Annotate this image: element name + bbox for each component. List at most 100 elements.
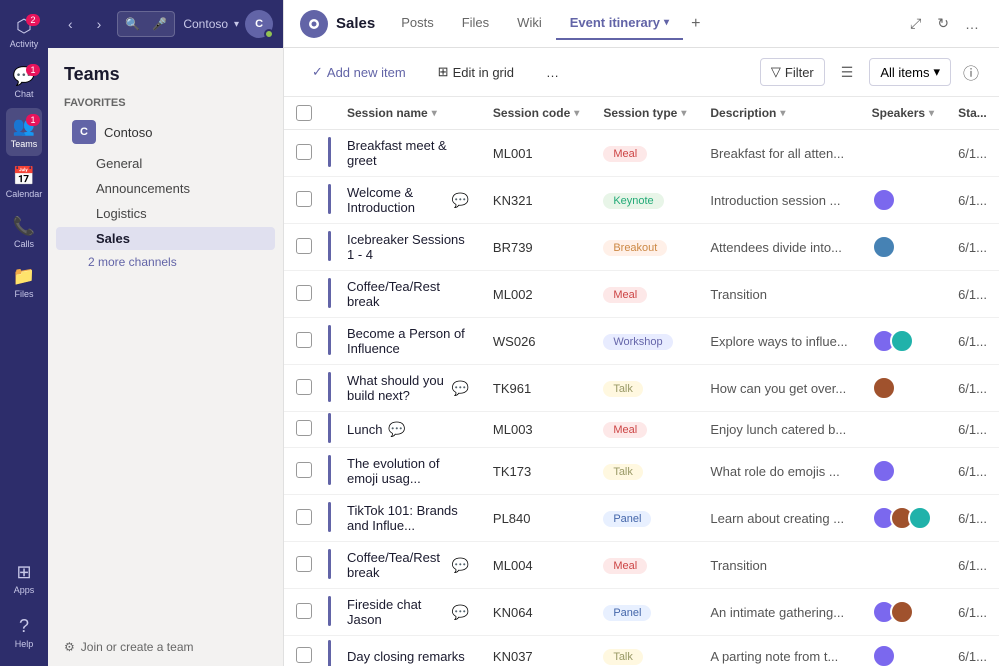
all-items-chevron-icon: ▾	[933, 64, 940, 80]
table-row[interactable]: Day closing remarksKN037TalkA parting no…	[284, 636, 999, 666]
sidebar-item-chat[interactable]: 💬 Chat 1	[6, 58, 42, 106]
header-session-code[interactable]: Session code ▾	[481, 97, 591, 130]
row-checkbox[interactable]	[296, 379, 312, 395]
row-checkbox[interactable]	[296, 603, 312, 619]
row-checkbox[interactable]	[296, 462, 312, 478]
sidebar-item-teams[interactable]: 👥 Teams 1	[6, 108, 42, 156]
add-tab-button[interactable]: +	[683, 7, 708, 40]
row-checkbox[interactable]	[296, 332, 312, 348]
session-name-cell: What should you build next?💬	[347, 373, 469, 403]
sidebar-item-activity[interactable]: ⬡ Activity 2	[6, 8, 42, 56]
table-row[interactable]: Icebreaker Sessions 1 - 4BR739BreakoutAt…	[284, 224, 999, 271]
select-all-checkbox[interactable]	[296, 105, 312, 121]
user-profile[interactable]: Contoso ▾ C	[183, 10, 273, 38]
add-new-item-button[interactable]: ✓ Add new item	[300, 58, 418, 86]
refresh-icon[interactable]: ↻	[933, 11, 953, 36]
nav-channel-general[interactable]: General	[56, 152, 275, 175]
nav-forward-button[interactable]: ›	[89, 12, 110, 36]
tab-event-itinerary[interactable]: Event itinerary ▾	[556, 7, 683, 40]
row-checkbox[interactable]	[296, 647, 312, 663]
join-create-team[interactable]: ⚙ Join or create a team	[48, 628, 283, 666]
row-checkbox[interactable]	[296, 509, 312, 525]
row-checkbox[interactable]	[296, 144, 312, 160]
sidebar-item-apps[interactable]: ⊞ Apps	[6, 554, 42, 602]
nav-channel-sales[interactable]: Sales	[56, 227, 275, 250]
nav-channel-logistics[interactable]: Logistics	[56, 202, 275, 225]
speakers-label: Speakers	[872, 106, 925, 120]
table-row[interactable]: Coffee/Tea/Rest break💬ML004MealTransitio…	[284, 542, 999, 589]
row-indicator	[328, 231, 331, 261]
info-button[interactable]: ⓘ	[959, 56, 983, 88]
microphone-icon: 🎤	[152, 17, 167, 31]
session-type-badge: Breakout	[603, 240, 667, 256]
start-date-cell: 6/1...	[946, 177, 999, 224]
speaker-avatar	[872, 235, 896, 259]
row-checkbox[interactable]	[296, 420, 312, 436]
apps-icon: ⊞	[16, 562, 31, 583]
all-items-button[interactable]: All items ▾	[869, 58, 951, 86]
calendar-label: Calendar	[6, 189, 43, 199]
table-row[interactable]: TikTok 101: Brands and Influe...PL840Pan…	[284, 495, 999, 542]
speakers-cell	[860, 448, 946, 495]
view-toggle: ☰	[833, 60, 862, 85]
header-session-type[interactable]: Session type ▾	[591, 97, 698, 130]
row-indicator	[328, 502, 331, 532]
table-row[interactable]: Breakfast meet & greetML001MealBreakfast…	[284, 130, 999, 177]
row-checkbox[interactable]	[296, 191, 312, 207]
table-row[interactable]: What should you build next?💬TK961TalkHow…	[284, 365, 999, 412]
description-text: Learn about creating ...	[710, 511, 844, 526]
more-channels-link[interactable]: 2 more channels	[48, 251, 283, 273]
expand-icon[interactable]: ⤢	[906, 11, 925, 36]
speakers-cell	[860, 224, 946, 271]
nav-back-button[interactable]: ‹	[60, 12, 81, 36]
row-checkbox[interactable]	[296, 556, 312, 572]
toolbar-right: ▽ Filter ☰ All items ▾ ⓘ	[760, 56, 983, 88]
session-type-cell: Talk	[591, 365, 698, 412]
tab-files[interactable]: Files	[448, 7, 503, 40]
more-toolbar-options-button[interactable]: …	[534, 59, 571, 86]
session-name-cell: Coffee/Tea/Rest break💬	[347, 550, 469, 580]
chat-icon: 💬	[451, 192, 468, 209]
sidebar-item-calendar[interactable]: 📅 Calendar	[6, 158, 42, 206]
speakers-list	[872, 506, 934, 530]
nav-channel-announcements[interactable]: Announcements	[56, 177, 275, 200]
table-row[interactable]: Coffee/Tea/Rest breakML002MealTransition…	[284, 271, 999, 318]
row-checkbox[interactable]	[296, 238, 312, 254]
table-row[interactable]: Lunch💬ML003MealEnjoy lunch catered b...6…	[284, 412, 999, 448]
tab-wiki[interactable]: Wiki	[503, 7, 556, 40]
session-code-cell: ML003	[481, 412, 591, 448]
session-name-text: Fireside chat Jason	[347, 597, 445, 627]
table-row[interactable]: Become a Person of InfluenceWS026Worksho…	[284, 318, 999, 365]
description-cell: Enjoy lunch catered b...	[698, 412, 859, 448]
channel-header: Sales Posts Files Wiki Event itinerary ▾…	[284, 0, 999, 48]
teams-nav-panel: ‹ › 🔍 🎤 Contoso ▾ C — □ ✕ Teams Favorite…	[48, 0, 284, 666]
table-row[interactable]: The evolution of emoji usag...TK173TalkW…	[284, 448, 999, 495]
filter-label: Filter	[785, 65, 814, 80]
session-type-cell: Workshop	[591, 318, 698, 365]
channel-header-right: ⤢ ↻ …	[906, 11, 983, 36]
session-name-text: TikTok 101: Brands and Influe...	[347, 503, 469, 533]
header-speakers[interactable]: Speakers ▾	[860, 97, 946, 130]
tab-posts[interactable]: Posts	[387, 7, 448, 40]
contoso-icon: C	[72, 120, 96, 144]
row-checkbox[interactable]	[296, 285, 312, 301]
more-options-icon[interactable]: …	[961, 12, 983, 36]
edit-in-grid-button[interactable]: ⊞ Edit in grid	[426, 58, 526, 86]
filter-button[interactable]: ▽ Filter	[760, 58, 825, 86]
session-type-cell: Talk	[591, 636, 698, 666]
speakers-cell	[860, 130, 946, 177]
table-row[interactable]: Welcome & Introduction💬KN321KeynoteIntro…	[284, 177, 999, 224]
description-label: Description	[710, 106, 776, 120]
table-row[interactable]: Fireside chat Jason💬KN064PanelAn intimat…	[284, 589, 999, 636]
list-view-button[interactable]: ☰	[833, 60, 862, 85]
sidebar-item-help[interactable]: ? Help	[6, 608, 42, 656]
header-start[interactable]: Sta...	[946, 97, 999, 130]
sidebar-item-calls[interactable]: 📞 Calls	[6, 208, 42, 256]
chat-badge: 1	[26, 64, 40, 76]
header-session-name[interactable]: Session name ▾	[335, 97, 481, 130]
sidebar-item-files[interactable]: 📁 Files	[6, 258, 42, 306]
header-description[interactable]: Description ▾	[698, 97, 859, 130]
nav-item-contoso[interactable]: C Contoso	[56, 114, 275, 150]
avatar[interactable]: C	[245, 10, 273, 38]
teams-nav-label: Teams	[11, 139, 38, 149]
